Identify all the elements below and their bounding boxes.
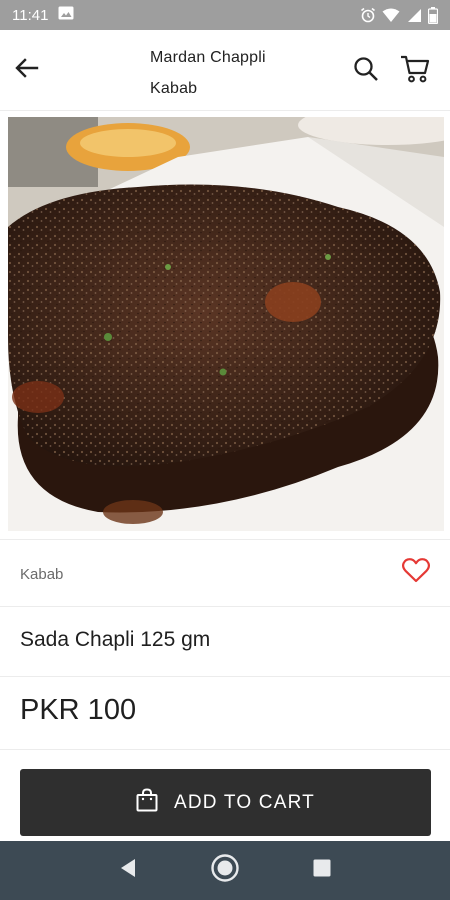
page-title: Mardan Chappli Kabab [150, 49, 266, 97]
status-left: 11:41 [12, 6, 74, 24]
divider [0, 110, 450, 111]
wifi-icon [382, 8, 400, 23]
back-button[interactable] [12, 55, 42, 85]
app-bar: Mardan Chappli Kabab [0, 30, 450, 110]
product-name: Sada Chapli 125 gm [20, 628, 211, 651]
back-arrow-icon [15, 57, 39, 83]
status-right [360, 6, 438, 24]
cart-button[interactable] [398, 55, 432, 87]
battery-icon [428, 6, 438, 24]
shopping-bag-icon [136, 788, 158, 817]
product-price: PKR 100 [20, 694, 137, 726]
signal-icon [406, 8, 422, 23]
divider [0, 749, 450, 750]
divider [0, 606, 450, 607]
favorite-button[interactable] [400, 558, 432, 588]
heart-outline-icon [402, 558, 430, 588]
nav-home-icon [210, 853, 240, 888]
nav-back-button[interactable] [108, 851, 148, 891]
status-time: 11:41 [12, 6, 49, 24]
nav-recents-icon [313, 859, 331, 882]
nav-home-button[interactable] [205, 851, 245, 891]
add-to-cart-button[interactable]: ADD TO CART [20, 769, 431, 836]
divider [0, 539, 450, 540]
alarm-icon [360, 7, 376, 23]
divider [0, 676, 450, 677]
nav-recents-button[interactable] [302, 851, 342, 891]
food-photo [8, 117, 444, 531]
product-image [8, 117, 444, 531]
search-button[interactable] [350, 55, 382, 87]
system-nav-bar [0, 841, 450, 900]
product-category: Kabab [20, 566, 64, 583]
image-icon [58, 6, 74, 24]
cart-icon [400, 55, 430, 88]
nav-back-icon [119, 858, 137, 883]
add-to-cart-label: ADD TO CART [174, 791, 315, 813]
status-bar: 11:41 [0, 0, 450, 30]
search-icon [353, 56, 379, 87]
